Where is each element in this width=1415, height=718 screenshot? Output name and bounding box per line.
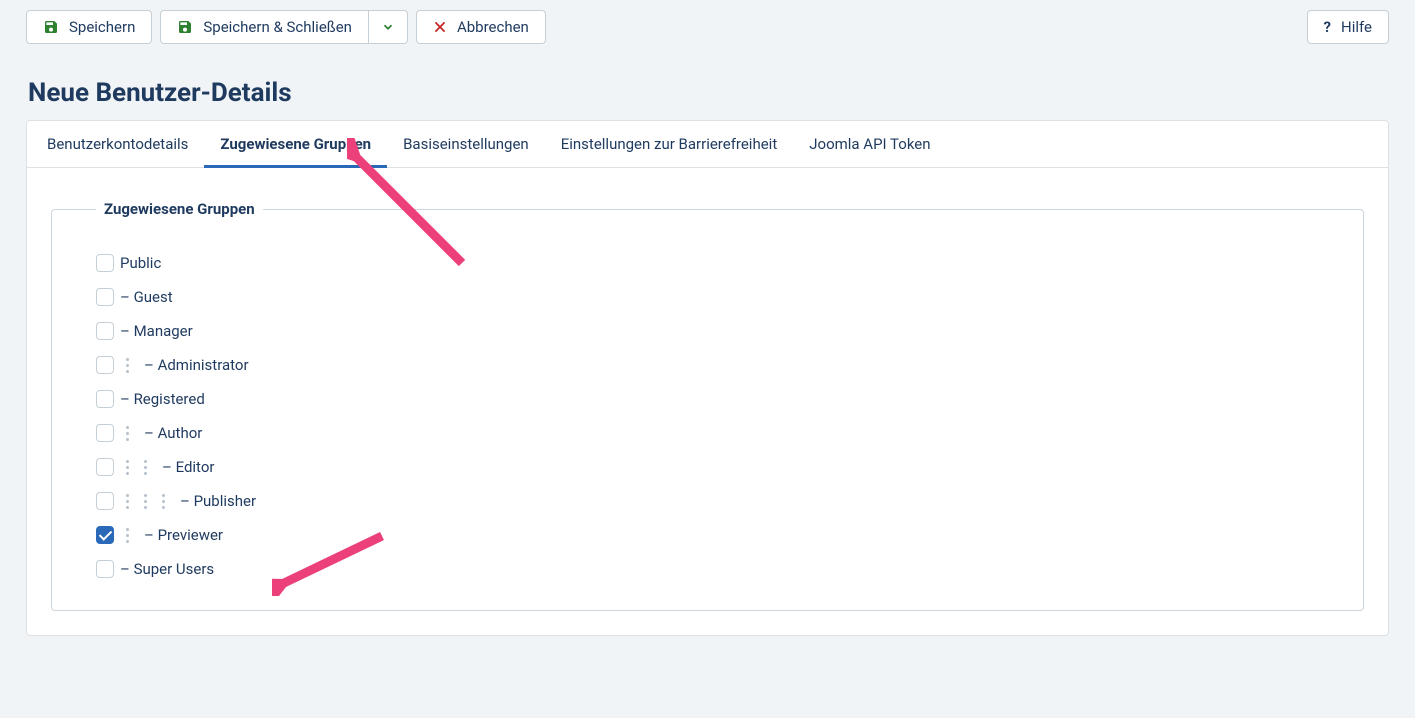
tree-indent-dots-icon [126, 426, 130, 441]
group-label[interactable]: – Super Users [120, 560, 214, 578]
group-row: – Previewer [76, 518, 1339, 552]
group-row: – Super Users [76, 552, 1339, 586]
group-label-wrap: – Registered [118, 390, 205, 408]
tab-content-groups: Zugewiesene Gruppen Public – Guest – Manag… [27, 168, 1388, 635]
tree-indent-dots-icon [126, 494, 130, 509]
group-label[interactable]: – Author [144, 424, 202, 442]
main-toolbar: Speichern Speichern & Schließen Abbreche… [0, 0, 1415, 78]
group-label-wrap: – Previewer [118, 526, 223, 544]
group-label[interactable]: – Publisher [180, 492, 256, 510]
group-label[interactable]: Public [120, 254, 161, 272]
tree-indent-dots-icon [144, 460, 148, 475]
group-checkbox[interactable] [96, 526, 114, 544]
group-checkbox[interactable] [96, 458, 114, 476]
group-label-wrap: – Super Users [118, 560, 214, 578]
group-row: Public [76, 246, 1339, 280]
group-label-wrap: Public [118, 254, 161, 272]
group-checkbox[interactable] [96, 356, 114, 374]
group-checkbox[interactable] [96, 390, 114, 408]
save-icon [177, 19, 193, 35]
group-label[interactable]: – Previewer [144, 526, 223, 544]
chevron-down-icon [381, 20, 395, 34]
group-label-wrap: – Author [118, 424, 202, 442]
group-row: – Manager [76, 314, 1339, 348]
tree-indent-dots-icon [144, 494, 148, 509]
cancel-label: Abbrechen [457, 18, 529, 36]
fieldset-legend: Zugewiesene Gruppen [96, 200, 263, 218]
save-close-button[interactable]: Speichern & Schließen [160, 10, 368, 44]
group-label[interactable]: – Guest [120, 288, 173, 306]
tab-account[interactable]: Benutzerkontodetails [31, 121, 204, 168]
save-close-label: Speichern & Schließen [203, 18, 352, 36]
group-label[interactable]: – Editor [162, 458, 214, 476]
groups-fieldset: Zugewiesene Gruppen Public – Guest – Manag… [51, 200, 1364, 611]
group-row: – Publisher [76, 484, 1339, 518]
save-dropdown-toggle[interactable] [368, 10, 408, 44]
page-title: Neue Benutzer-Details [0, 78, 1415, 120]
group-checkbox[interactable] [96, 288, 114, 306]
tab-groups[interactable]: Zugewiesene Gruppen [204, 121, 387, 168]
group-checkbox[interactable] [96, 322, 114, 340]
tab-basic[interactable]: Basiseinstellungen [387, 121, 545, 168]
save-button[interactable]: Speichern [26, 10, 152, 44]
group-label[interactable]: – Administrator [144, 356, 249, 374]
save-icon [43, 19, 59, 35]
group-label-wrap: – Publisher [118, 492, 256, 510]
group-label[interactable]: – Manager [120, 322, 193, 340]
help-label: Hilfe [1341, 18, 1372, 36]
group-row: – Administrator [76, 348, 1339, 382]
group-checkbox[interactable] [96, 254, 114, 272]
cancel-button[interactable]: Abbrechen [416, 10, 546, 44]
tree-indent-dots-icon [126, 460, 130, 475]
group-checkbox[interactable] [96, 492, 114, 510]
help-icon: ? [1324, 18, 1331, 36]
tree-indent-dots-icon [126, 528, 130, 543]
group-checkbox[interactable] [96, 560, 114, 578]
tab-bar: BenutzerkontodetailsZugewiesene GruppenB… [27, 121, 1388, 168]
group-row: – Author [76, 416, 1339, 450]
group-row: – Registered [76, 382, 1339, 416]
group-label-wrap: – Administrator [118, 356, 249, 374]
group-label[interactable]: – Registered [120, 390, 205, 408]
tree-indent-dots-icon [126, 358, 130, 373]
group-label-wrap: – Guest [118, 288, 173, 306]
group-row: – Editor [76, 450, 1339, 484]
tree-indent-dots-icon [162, 494, 166, 509]
group-list: Public – Guest – Manager – Administrator – R… [76, 246, 1339, 586]
save-label: Speichern [69, 18, 135, 36]
save-close-group: Speichern & Schließen [160, 10, 408, 44]
group-label-wrap: – Manager [118, 322, 193, 340]
group-row: – Guest [76, 280, 1339, 314]
tab-container: BenutzerkontodetailsZugewiesene GruppenB… [26, 120, 1389, 636]
help-button[interactable]: ? Hilfe [1307, 10, 1389, 44]
tab-a11y[interactable]: Einstellungen zur Barrierefreiheit [545, 121, 794, 168]
tab-api[interactable]: Joomla API Token [793, 121, 946, 168]
group-checkbox[interactable] [96, 424, 114, 442]
cancel-icon [433, 20, 447, 34]
group-label-wrap: – Editor [118, 458, 214, 476]
